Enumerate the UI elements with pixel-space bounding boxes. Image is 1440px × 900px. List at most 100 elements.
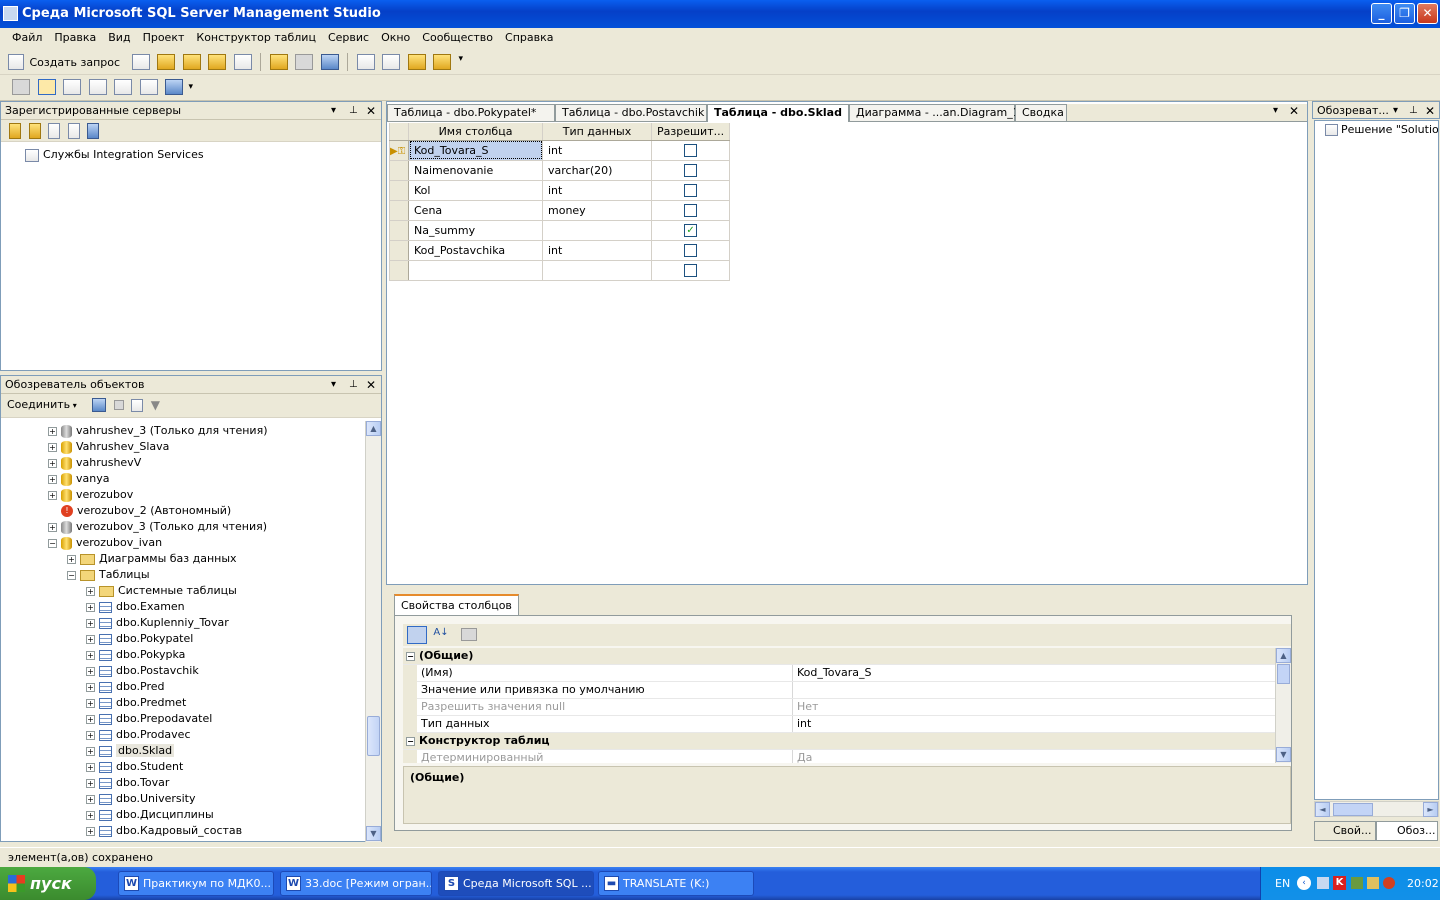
tree-node[interactable]: − Таблицы xyxy=(67,567,150,583)
taskbar-task[interactable]: S Среда Microsoft SQL ... xyxy=(438,871,594,896)
new-query-button[interactable]: Создать запрос xyxy=(30,56,121,69)
tree-node[interactable]: + vanya xyxy=(48,471,109,487)
property-value[interactable]: Да xyxy=(797,750,812,763)
antivirus-icon[interactable]: K xyxy=(1333,876,1346,890)
solution-item[interactable]: Решение "Solution1 xyxy=(1325,123,1438,136)
tree-node[interactable]: + verozubov_3 (Только для чтения) xyxy=(48,519,267,535)
property-row[interactable]: Разрешить значения null Нет xyxy=(403,699,1275,716)
allow-nulls-checkbox[interactable]: ✓ xyxy=(684,223,698,237)
row-selector[interactable] xyxy=(389,240,409,261)
menu-item-1[interactable]: Правка xyxy=(48,28,102,48)
scroll-up-icon[interactable]: ▲ xyxy=(366,421,381,436)
allow-nulls-checkbox[interactable] xyxy=(684,183,698,197)
expand-icon[interactable]: + xyxy=(86,698,95,708)
menu-item-2[interactable]: Вид xyxy=(102,28,136,48)
integration-services-icon[interactable] xyxy=(87,123,99,139)
tab-list-icon[interactable]: ▾ xyxy=(1273,105,1278,116)
document-close-icon[interactable]: ✕ xyxy=(1289,104,1299,118)
data-type-cell[interactable]: int xyxy=(542,180,652,201)
row-selector[interactable] xyxy=(389,200,409,221)
clock[interactable]: 20:02 xyxy=(1407,867,1439,900)
safely-remove-icon[interactable] xyxy=(1367,877,1379,889)
expand-icon[interactable]: + xyxy=(48,490,57,500)
table-row[interactable]: Cena money xyxy=(389,200,731,221)
new-query-icon[interactable] xyxy=(8,54,24,70)
registered-servers-icon[interactable] xyxy=(356,54,375,70)
column-name-cell[interactable]: Kod_Tovara_S xyxy=(408,140,543,161)
new-file-icon[interactable] xyxy=(131,54,150,70)
tab-solution-explorer[interactable]: Обоз... xyxy=(1376,821,1438,841)
tree-node[interactable]: + dbo.Prodavec xyxy=(86,727,191,743)
expand-icon[interactable]: + xyxy=(48,522,57,532)
scroll-thumb[interactable] xyxy=(1277,664,1290,684)
add-file-icon[interactable] xyxy=(233,54,252,70)
property-value[interactable]: Нет xyxy=(797,699,818,715)
db-engine-icon[interactable] xyxy=(9,123,21,139)
column-header[interactable]: Тип данных xyxy=(542,123,652,141)
tree-node[interactable]: + dbo.Predmet xyxy=(86,695,186,711)
tree-node[interactable]: + vahrushev_3 (Только для чтения) xyxy=(48,423,268,439)
tree-node[interactable]: + dbo.Кадровый_состав xyxy=(86,823,242,839)
property-value[interactable]: int xyxy=(797,716,811,732)
allow-nulls-checkbox[interactable] xyxy=(684,263,698,277)
generate-script-icon[interactable] xyxy=(12,79,30,95)
row-selector[interactable] xyxy=(389,180,409,201)
tree-node[interactable]: + dbo.Pokypatel xyxy=(86,631,193,647)
indexes-icon[interactable] xyxy=(88,79,107,95)
dropdown-icon[interactable]: ▾ xyxy=(331,102,336,120)
pin-icon[interactable]: ⊥ xyxy=(1409,102,1418,120)
tree-node[interactable]: + vahrushevV xyxy=(48,455,141,471)
network-icon[interactable] xyxy=(1317,877,1329,889)
tree-node[interactable]: + dbo.Pokypka xyxy=(86,647,185,663)
property-row[interactable]: (Имя) Kod_Tovara_S xyxy=(403,665,1275,682)
menu-item-0[interactable]: Файл xyxy=(6,28,48,48)
scroll-left-icon[interactable]: ◄ xyxy=(1315,802,1330,817)
expand-icon[interactable]: + xyxy=(86,682,95,692)
analysis-query-icon[interactable] xyxy=(182,54,201,70)
expand-icon[interactable]: + xyxy=(86,730,95,740)
alert-icon[interactable] xyxy=(1383,877,1395,889)
pin-icon[interactable]: ⊥ xyxy=(349,376,358,394)
tree-node[interactable]: + dbo.Pred xyxy=(86,679,164,695)
column-name-cell[interactable]: Na_summy xyxy=(408,220,543,241)
pin-icon[interactable]: ⊥ xyxy=(349,102,358,120)
allow-nulls-checkbox[interactable] xyxy=(684,143,698,157)
categorized-icon[interactable] xyxy=(407,626,427,644)
expand-icon[interactable]: + xyxy=(86,778,95,788)
solution-hscrollbar[interactable]: ◄ ► xyxy=(1314,801,1439,817)
tree-node[interactable]: + Диаграммы баз данных xyxy=(67,551,237,567)
data-type-cell[interactable]: int xyxy=(542,140,652,161)
allow-nulls-checkbox[interactable] xyxy=(684,163,698,177)
tree-node[interactable]: + dbo.Tovar xyxy=(86,775,169,791)
table-row[interactable] xyxy=(389,260,731,281)
collapse-icon[interactable]: − xyxy=(406,736,415,746)
stop-icon[interactable] xyxy=(113,400,124,410)
mdx-query-icon[interactable] xyxy=(208,54,227,70)
property-row[interactable]: Значение или привязка по умолчанию xyxy=(403,682,1275,699)
tab-document-0[interactable]: Таблица - dbo.Pokypatel* xyxy=(387,104,555,121)
tree-node[interactable]: + dbo.Дисциплины xyxy=(86,807,214,823)
allow-nulls-checkbox[interactable] xyxy=(684,243,698,257)
taskbar-task[interactable]: W 33.doc [Режим огран... xyxy=(280,871,432,896)
template-explorer-icon[interactable] xyxy=(433,54,452,70)
menu-item-3[interactable]: Проект xyxy=(137,28,191,48)
tree-node[interactable]: + dbo.Student xyxy=(86,759,183,775)
scroll-up-icon[interactable]: ▲ xyxy=(1276,648,1291,663)
row-selector[interactable] xyxy=(389,260,409,281)
column-name-cell[interactable]: Kod_Postavchika xyxy=(408,240,543,261)
tree-node[interactable]: + dbo.University xyxy=(86,791,196,807)
expand-icon[interactable]: + xyxy=(86,618,95,628)
expand-icon[interactable]: + xyxy=(67,554,76,564)
close-button[interactable]: ✕ xyxy=(1417,3,1438,24)
menu-item-6[interactable]: Окно xyxy=(375,28,416,48)
scroll-right-icon[interactable]: ► xyxy=(1423,802,1438,817)
disconnect-icon[interactable] xyxy=(92,398,107,412)
save-icon[interactable] xyxy=(295,54,314,70)
analysis-services-icon[interactable] xyxy=(28,123,41,139)
tree-item-integration-services[interactable]: Службы Integration Services xyxy=(25,148,204,162)
row-selector[interactable] xyxy=(389,160,409,181)
alphabetical-icon[interactable]: A↓ xyxy=(431,626,451,644)
refresh-icon[interactable] xyxy=(131,398,144,412)
scroll-thumb[interactable] xyxy=(1333,803,1373,816)
tray-expand-icon[interactable]: ‹ xyxy=(1297,876,1311,890)
